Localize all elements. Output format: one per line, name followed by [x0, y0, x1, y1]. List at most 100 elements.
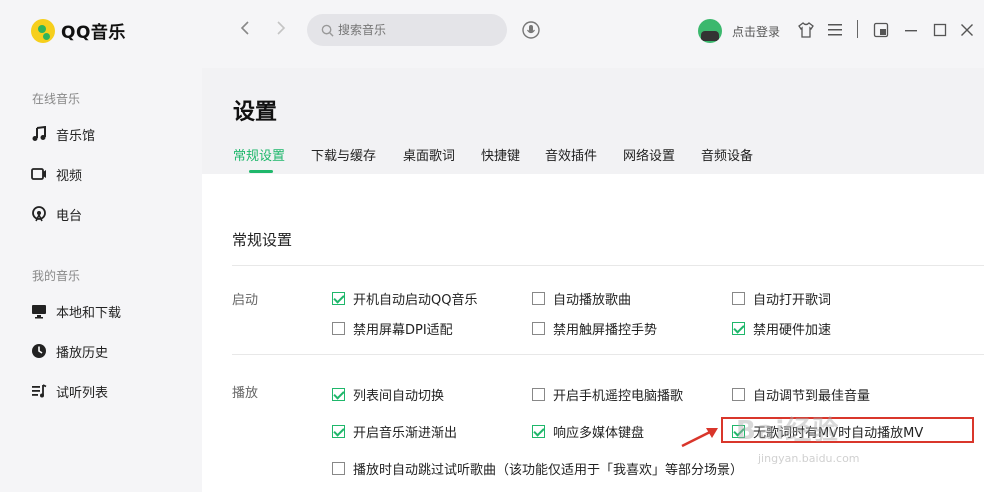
hamburger-menu-icon: [828, 24, 842, 36]
checkbox[interactable]: [332, 322, 345, 335]
option-label: 响应多媒体键盘: [553, 426, 645, 441]
mini-mode-button[interactable]: [872, 21, 890, 39]
option-skip-trial[interactable]: 播放时自动跳过试听歌曲（该功能仅适用于「我喜欢」等部分场景）: [332, 459, 743, 478]
divider: [232, 265, 984, 266]
checkbox[interactable]: [732, 388, 745, 401]
app-name: QQ音乐: [61, 23, 126, 43]
menu-button[interactable]: [826, 21, 844, 39]
option-label: 开启手机遥控电脑播歌: [553, 389, 684, 404]
group-label-playback: 播放: [232, 386, 259, 401]
search-input[interactable]: [338, 23, 488, 37]
option-label: 自动打开歌词: [753, 293, 832, 308]
checkbox[interactable]: [732, 322, 745, 335]
option-disable-hw-accel[interactable]: 禁用硬件加速: [732, 319, 831, 338]
active-tab-indicator: [249, 170, 273, 173]
tab-download-cache[interactable]: 下载与缓存: [311, 145, 376, 164]
tshirt-icon: [798, 22, 814, 38]
sidebar-item-label: 音乐馆: [56, 128, 96, 144]
checkbox[interactable]: [332, 388, 345, 401]
search-icon: [321, 24, 334, 37]
avatar[interactable]: [698, 19, 722, 43]
option-label: 自动播放歌曲: [553, 293, 632, 308]
top-bar: 点击登录: [202, 0, 984, 68]
app-logo[interactable]: QQ音乐: [31, 18, 126, 43]
group-label-startup: 启动: [232, 293, 259, 308]
option-auto-play[interactable]: 自动播放歌曲: [532, 289, 631, 308]
maximize-button[interactable]: [931, 21, 949, 39]
checkbox[interactable]: [532, 388, 545, 401]
checkbox[interactable]: [332, 292, 345, 305]
tab-audio-devices[interactable]: 音频设备: [701, 145, 753, 164]
sidebar-item-label: 试听列表: [56, 385, 109, 401]
minimize-button[interactable]: [902, 21, 920, 39]
watermark-brand: Bai经验: [736, 416, 840, 446]
video-icon: [30, 165, 48, 183]
sidebar-item-radio[interactable]: 电台: [30, 204, 82, 224]
option-label: 禁用触屏播控手势: [553, 323, 658, 338]
tab-general[interactable]: 常规设置: [233, 145, 285, 164]
red-arrow-icon: [681, 428, 718, 448]
sidebar-item-label: 本地和下载: [56, 305, 122, 321]
page-title: 设置: [233, 100, 278, 125]
sidebar-item-label: 播放历史: [56, 345, 109, 361]
checkbox[interactable]: [532, 425, 545, 438]
skin-button[interactable]: [797, 21, 815, 39]
option-label: 开启音乐渐进渐出: [353, 426, 458, 441]
sidebar-item-trial-list[interactable]: 试听列表: [30, 381, 108, 401]
option-list-auto-switch[interactable]: 列表间自动切换: [332, 385, 444, 404]
option-media-keys[interactable]: 响应多媒体键盘: [532, 422, 644, 441]
back-button[interactable]: [235, 20, 255, 41]
section-title: 常规设置: [232, 231, 293, 249]
option-auto-lyrics[interactable]: 自动打开歌词: [732, 289, 831, 308]
option-disable-dpi[interactable]: 禁用屏幕DPI适配: [332, 319, 453, 338]
login-button[interactable]: 点击登录: [732, 23, 780, 40]
option-auto-volume[interactable]: 自动调节到最佳音量: [732, 385, 870, 404]
checkbox[interactable]: [332, 462, 345, 475]
option-disable-touch[interactable]: 禁用触屏播控手势: [532, 319, 657, 338]
option-label: 自动调节到最佳音量: [753, 389, 871, 404]
option-label: 开机自动启动QQ音乐: [353, 293, 478, 308]
checkbox[interactable]: [532, 292, 545, 305]
tab-sound-plugins[interactable]: 音效插件: [545, 145, 597, 164]
maximize-icon: [933, 23, 947, 37]
checkbox[interactable]: [332, 425, 345, 438]
tab-desktop-lyrics[interactable]: 桌面歌词: [403, 145, 455, 164]
tab-shortcuts[interactable]: 快捷键: [481, 145, 520, 164]
option-fade-in-out[interactable]: 开启音乐渐进渐出: [332, 422, 457, 441]
sidebar-item-local-download[interactable]: 本地和下载: [30, 301, 121, 321]
sidebar-item-history[interactable]: 播放历史: [30, 341, 108, 361]
option-label: 列表间自动切换: [353, 389, 445, 404]
sidebar-item-label: 电台: [56, 208, 83, 224]
close-button[interactable]: [958, 21, 976, 39]
voice-search-button[interactable]: [521, 20, 541, 40]
option-label: 播放时自动跳过试听歌曲（该功能仅适用于「我喜欢」等部分场景）: [353, 463, 744, 478]
checkbox[interactable]: [532, 322, 545, 335]
history-icon: [30, 342, 48, 360]
playlist-icon: [30, 382, 48, 400]
chevron-right-icon: [277, 21, 286, 35]
checkbox[interactable]: [732, 292, 745, 305]
tab-network[interactable]: 网络设置: [623, 145, 675, 164]
sidebar-section-online: 在线音乐: [32, 92, 81, 106]
option-label: 禁用硬件加速: [753, 323, 832, 338]
music-note-icon: [30, 125, 48, 143]
close-icon: [961, 24, 973, 36]
mini-player-icon: [873, 22, 889, 38]
chevron-left-icon: [240, 21, 249, 35]
settings-header: 设置 常规设置 下载与缓存 桌面歌词 快捷键 音效插件 网络设置 音频设备: [202, 68, 984, 174]
sidebar-item-video[interactable]: 视频: [30, 164, 82, 184]
option-auto-start[interactable]: 开机自动启动QQ音乐: [332, 289, 477, 308]
qq-music-logo-icon: [31, 18, 55, 43]
radio-icon: [30, 205, 48, 223]
forward-button[interactable]: [271, 20, 291, 41]
toolbar-divider: [857, 20, 858, 38]
monitor-icon: [30, 302, 48, 320]
sidebar: QQ音乐 在线音乐 音乐馆 视频 电台 我的音乐 本地和下载 播放历史 试听列表: [0, 0, 202, 492]
option-phone-remote[interactable]: 开启手机遥控电脑播歌: [532, 385, 683, 404]
sidebar-item-label: 视频: [56, 168, 83, 184]
watermark-url: jingyan.baidu.com: [758, 452, 860, 465]
search-box[interactable]: [307, 14, 507, 46]
divider: [232, 354, 984, 355]
sidebar-section-my-music: 我的音乐: [32, 269, 81, 283]
sidebar-item-music-hall[interactable]: 音乐馆: [30, 124, 95, 144]
